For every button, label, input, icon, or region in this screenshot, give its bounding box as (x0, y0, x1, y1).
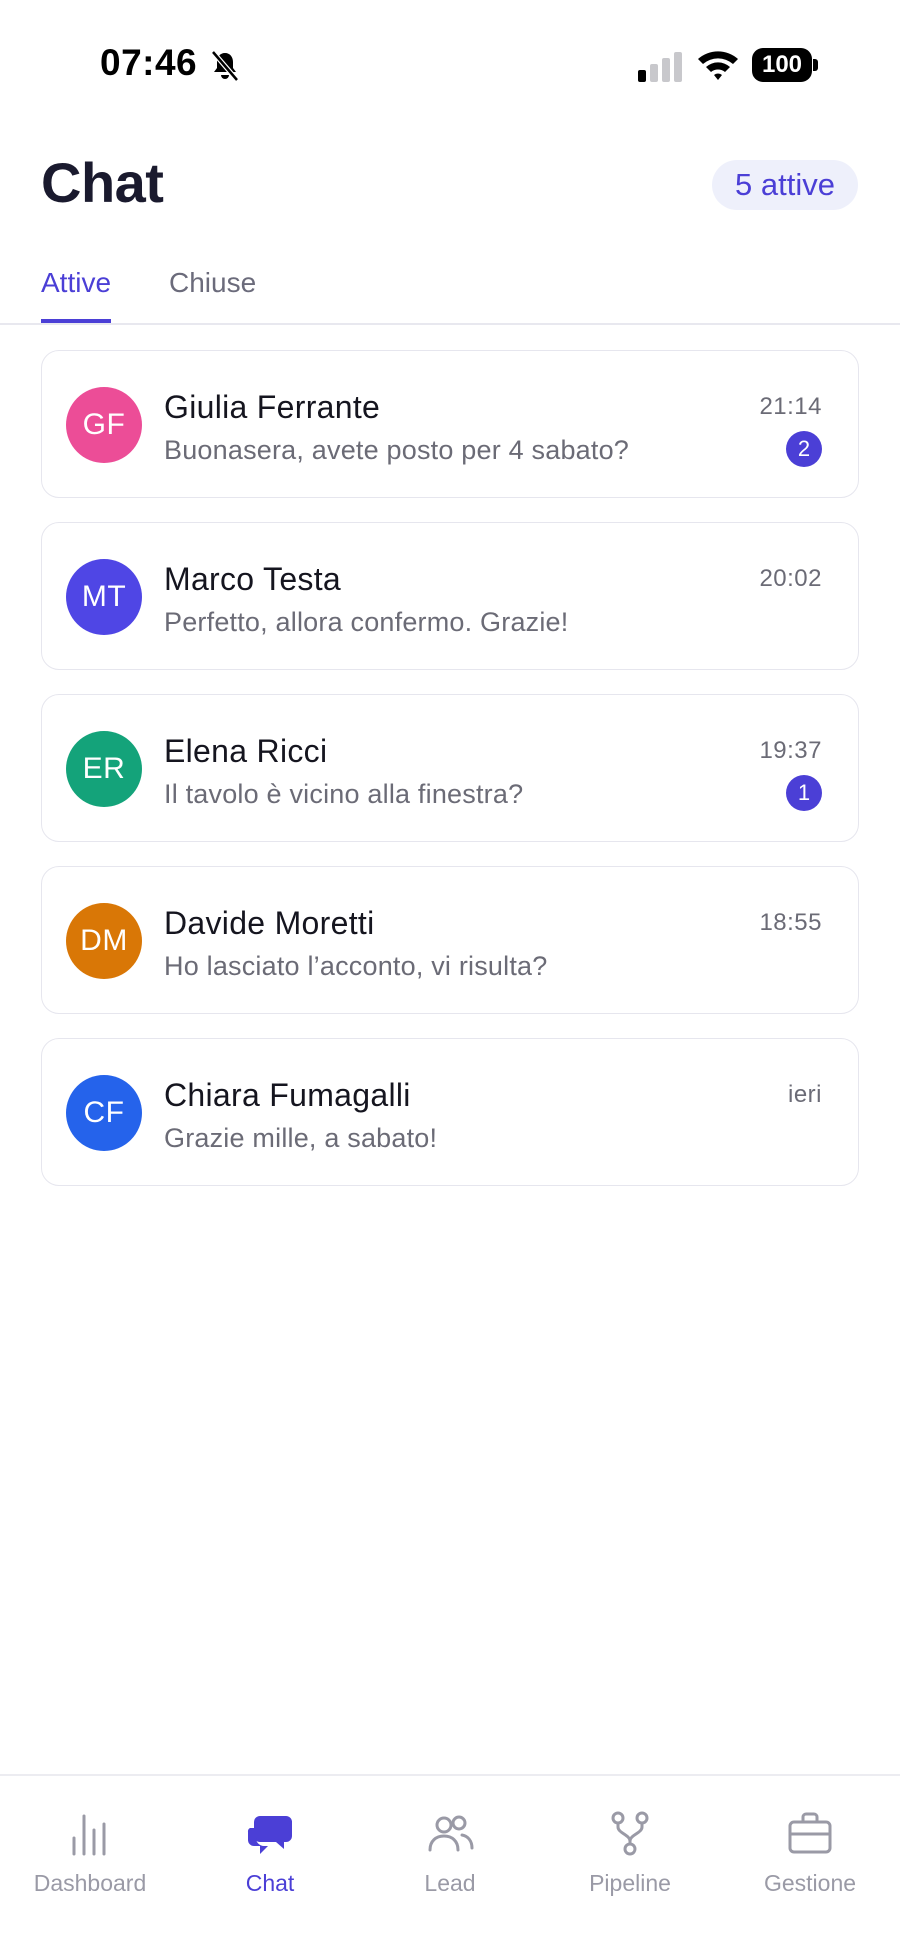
nav-label: Dashboard (33, 1870, 147, 1896)
chat-item-chiara-fumagalli[interactable]: CF Chiara Fumagalli Grazie mille, a saba… (41, 1038, 859, 1186)
chat-item-giulia-ferrante[interactable]: GF Giulia Ferrante Buonasera, avete post… (41, 350, 859, 498)
nav-label: Lead (424, 1870, 476, 1896)
status-time: 07:46 (100, 42, 198, 83)
wifi-icon (698, 51, 738, 80)
avatar: DM (66, 903, 142, 979)
chat-item-marco-testa[interactable]: MT Marco Testa Perfetto, allora confermo… (41, 522, 859, 670)
contact-name: Davide Moretti (164, 905, 375, 941)
bottom-nav: Dashboard Chat Lead Pipeline Gestione (0, 1774, 900, 1955)
unread-badge: 1 (786, 775, 822, 811)
message-preview: Ho lasciato l’acconto, vi risulta? (164, 951, 548, 981)
bar-chart-icon (72, 1814, 106, 1856)
nav-chat[interactable]: Chat (185, 1810, 355, 1897)
users-icon (428, 1815, 474, 1852)
message-time: 21:14 (759, 393, 822, 420)
chat-list: GF Giulia Ferrante Buonasera, avete post… (41, 350, 859, 1210)
chat-tabs: Attive Chiuse (0, 255, 900, 325)
nav-lead[interactable]: Lead (365, 1810, 535, 1897)
message-preview: Buonasera, avete posto per 4 sabato? (164, 435, 630, 465)
message-time: ieri (787, 1081, 822, 1108)
message-time: 20:02 (759, 565, 822, 592)
chat-bubbles-icon (247, 1816, 292, 1854)
nav-dashboard[interactable]: Dashboard (5, 1810, 175, 1897)
unread-badge: 2 (786, 431, 822, 467)
message-time: 19:37 (759, 737, 822, 764)
avatar: GF (66, 387, 142, 463)
avatar: MT (66, 559, 142, 635)
nav-label: Gestione (763, 1870, 857, 1896)
avatar: ER (66, 731, 142, 807)
page-title: Chat (41, 151, 164, 214)
message-preview: Il tavolo è vicino alla finestra? (164, 779, 524, 809)
contact-name: Marco Testa (164, 561, 342, 597)
briefcase-icon (788, 1812, 832, 1854)
nav-gestione[interactable]: Gestione (725, 1810, 895, 1897)
bell-muted-icon (211, 50, 239, 82)
contact-name: Elena Ricci (164, 733, 328, 769)
chat-item-davide-moretti[interactable]: DM Davide Moretti Ho lasciato l’acconto,… (41, 866, 859, 1014)
chat-item-elena-ricci[interactable]: ER Elena Ricci Il tavolo è vicino alla f… (41, 694, 859, 842)
nav-pipeline[interactable]: Pipeline (545, 1810, 715, 1897)
message-time: 18:55 (759, 909, 822, 936)
message-preview: Perfetto, allora confermo. Grazie! (164, 607, 569, 637)
battery-indicator: 100 (752, 48, 818, 82)
active-count-badge: 5 attive (712, 160, 858, 210)
contact-name: Giulia Ferrante (164, 389, 381, 425)
status-bar: 07:46 100 (0, 0, 900, 110)
nav-label: Pipeline (589, 1870, 671, 1896)
tab-chiuse[interactable]: Chiuse (169, 267, 256, 323)
tab-attive[interactable]: Attive (41, 267, 112, 323)
message-preview: Grazie mille, a sabato! (164, 1123, 438, 1153)
battery-level: 100 (761, 51, 803, 78)
branch-icon (611, 1811, 649, 1856)
avatar: CF (66, 1075, 142, 1151)
contact-name: Chiara Fumagalli (164, 1077, 411, 1113)
cellular-signal-icon (638, 52, 682, 82)
nav-label: Chat (245, 1870, 295, 1896)
